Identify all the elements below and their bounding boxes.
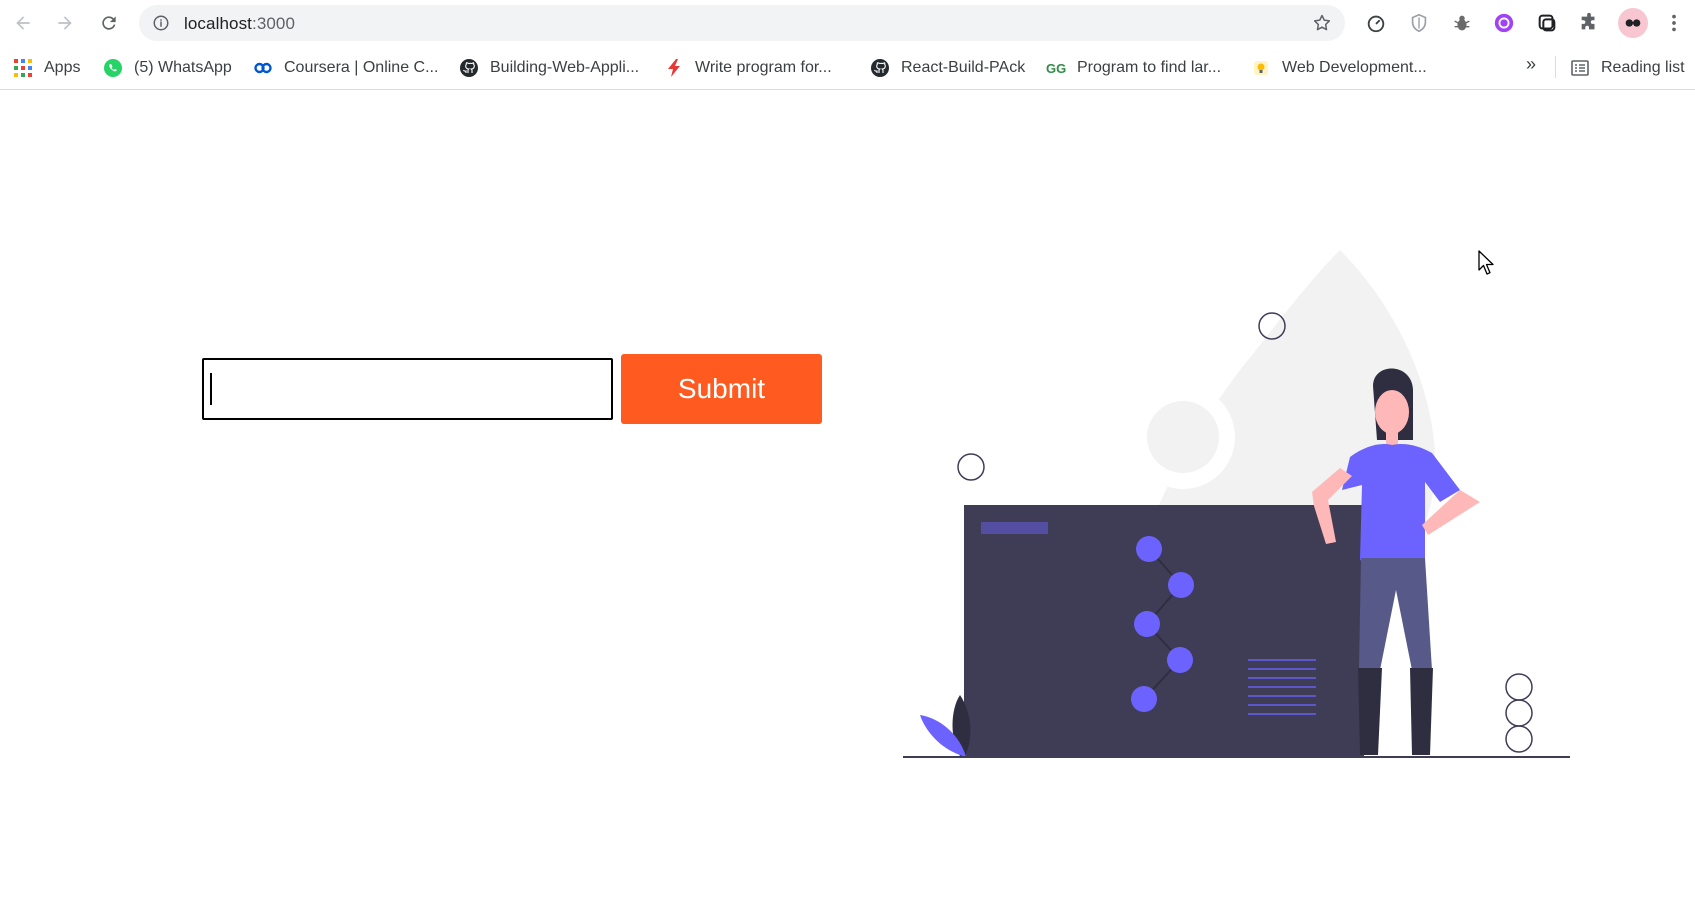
reload-button[interactable]: [96, 10, 122, 36]
bookmark-program-find[interactable]: GG Program to find lar...: [1046, 56, 1221, 80]
bookmark-apps[interactable]: Apps: [13, 56, 80, 80]
bookmark-building-web-apps[interactable]: Building-Web-Appli...: [459, 56, 639, 80]
apps-grid-icon: [13, 58, 33, 78]
whatsapp-icon: [103, 58, 123, 78]
bug-extension-icon[interactable]: [1450, 11, 1474, 35]
text-input[interactable]: [202, 358, 613, 420]
node-dot-5: [1131, 686, 1157, 712]
bookmarks-divider: [1555, 56, 1556, 78]
browser-toolbar: localhost:3000: [0, 0, 1695, 46]
reload-icon: [102, 16, 116, 30]
bookmark-web-development[interactable]: Web Development...: [1251, 56, 1427, 80]
info-icon[interactable]: [152, 14, 170, 32]
bookmark-label: Building-Web-Appli...: [490, 59, 640, 76]
profile-avatar[interactable]: [1618, 8, 1648, 38]
glasses-icon: [1625, 19, 1641, 27]
bookmark-label: Write program for...: [695, 59, 832, 76]
github-icon: [459, 58, 479, 78]
url-port: :3000: [252, 14, 296, 33]
dark-panel: [964, 505, 1364, 757]
screen-extension-icon[interactable]: [1535, 11, 1559, 35]
bookmarks-overflow-button[interactable]: »: [1526, 54, 1536, 75]
speedometer-extension-icon[interactable]: [1364, 11, 1388, 35]
bookmark-whatsapp[interactable]: (5) WhatsApp: [103, 56, 232, 80]
gear-inner: [1147, 401, 1219, 473]
bookmark-label: Coursera | Online C...: [284, 59, 439, 76]
bookmark-label: Program to find lar...: [1077, 59, 1222, 76]
purple-extension-icon[interactable]: [1492, 11, 1516, 35]
node-dot-4: [1167, 647, 1193, 673]
text-caret: [210, 373, 212, 405]
reading-list-label: Reading list: [1601, 59, 1685, 76]
kebab-menu-icon[interactable]: [1662, 11, 1686, 35]
shield-extension-icon[interactable]: [1407, 11, 1431, 35]
reading-list-icon: [1570, 58, 1590, 78]
puzzle-extensions-icon[interactable]: [1577, 11, 1601, 35]
panel-text-lines: [1248, 659, 1316, 715]
node-dot-2: [1168, 572, 1194, 598]
bulb-icon: [1251, 58, 1271, 78]
address-bar[interactable]: localhost:3000: [139, 5, 1345, 41]
coursera-icon: [253, 58, 273, 78]
lightning-icon: [664, 58, 684, 78]
hero-illustration: [903, 250, 1570, 758]
svg-text:GG: GG: [1046, 61, 1066, 76]
bookmark-label: (5) WhatsApp: [134, 59, 232, 76]
bookmark-write-program[interactable]: Write program for...: [664, 56, 832, 80]
outline-circle-stack-1: [1505, 673, 1533, 701]
arrow-left-icon: [16, 16, 30, 30]
mouse-cursor-icon: [1478, 250, 1494, 275]
bookmark-label: Apps: [44, 59, 81, 76]
forward-button[interactable]: [52, 10, 78, 36]
bookmark-label: Web Development...: [1282, 59, 1427, 76]
outline-circle-left: [957, 453, 985, 481]
submit-button[interactable]: Submit: [621, 354, 822, 424]
arrow-right-icon: [58, 16, 72, 30]
bookmark-coursera[interactable]: Coursera | Online C...: [253, 56, 438, 80]
reading-list[interactable]: Reading list: [1570, 56, 1685, 80]
geeksforgeeks-icon: GG: [1046, 58, 1066, 78]
node-dot-3: [1134, 611, 1160, 637]
bookmarks-bar: Apps (5) WhatsApp Coursera | Online C...…: [0, 46, 1695, 90]
bookmark-star-icon[interactable]: [1312, 13, 1332, 33]
node-dot-1: [1136, 536, 1162, 562]
url-host: localhost: [184, 14, 252, 33]
github-icon: [870, 58, 890, 78]
back-button[interactable]: [10, 10, 36, 36]
bookmark-label: React-Build-PAck: [901, 59, 1026, 76]
outline-circle-stack-3: [1505, 725, 1533, 753]
outline-circle-stack-2: [1505, 699, 1533, 727]
bookmark-react-build-pack[interactable]: React-Build-PAck: [870, 56, 1025, 80]
panel-title-bar: [981, 522, 1048, 534]
url-text[interactable]: localhost:3000: [184, 14, 295, 34]
